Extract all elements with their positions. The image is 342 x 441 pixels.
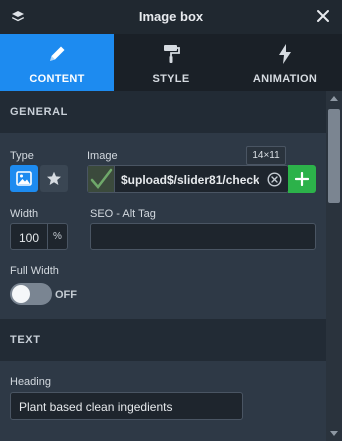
seo-alt-tag-input[interactable]	[90, 223, 316, 250]
image-dimensions-badge: 14×11	[246, 146, 286, 165]
heading-label: Heading	[10, 376, 51, 388]
paint-roller-icon	[164, 45, 180, 63]
tab-animation[interactable]: ANIMATION	[228, 34, 342, 91]
section-header-general[interactable]: GENERAL	[0, 91, 326, 133]
width-value: 100	[19, 231, 40, 245]
window-title: Image box	[138, 9, 204, 24]
tab-animation-label: ANIMATION	[252, 73, 318, 85]
image-thumbnail	[88, 166, 115, 192]
pencil-icon	[50, 46, 65, 61]
star-icon	[47, 171, 61, 185]
close-icon[interactable]	[315, 8, 331, 24]
section-title-text: TEXT	[10, 334, 41, 346]
scrollbar[interactable]	[326, 91, 342, 441]
section-title-general: GENERAL	[10, 106, 68, 118]
scroll-down-arrow-icon[interactable]	[330, 431, 338, 436]
add-image-button[interactable]	[288, 165, 316, 193]
scroll-thumb[interactable]	[328, 109, 340, 203]
plus-icon	[295, 172, 309, 186]
full-width-state: OFF	[55, 289, 77, 301]
width-input[interactable]: 100 %	[10, 223, 68, 250]
tab-style-label: STYLE	[152, 73, 190, 85]
title-bar: Image box	[0, 0, 342, 34]
lightning-icon	[279, 44, 291, 64]
tab-content-label: CONTENT	[29, 73, 85, 85]
toggle-knob	[12, 285, 30, 303]
width-unit[interactable]: %	[47, 224, 67, 249]
seo-alt-tag-label: SEO - Alt Tag	[90, 208, 156, 220]
checkmark-icon	[90, 168, 113, 189]
tab-bar: CONTENT STYLE ANIMATION	[0, 34, 342, 91]
type-label: Type	[10, 150, 34, 162]
width-label: Width	[10, 208, 39, 220]
type-icon-button[interactable]	[40, 165, 68, 192]
tab-style[interactable]: STYLE	[114, 34, 228, 91]
heading-input[interactable]: Plant based clean ingedients	[10, 392, 243, 420]
image-icon	[16, 171, 32, 186]
heading-value: Plant based clean ingedients	[19, 400, 173, 414]
tab-content[interactable]: CONTENT	[0, 34, 114, 91]
full-width-toggle[interactable]	[10, 283, 52, 305]
section-header-text[interactable]: TEXT	[0, 319, 326, 361]
image-label: Image	[87, 150, 118, 162]
clear-circle-icon[interactable]	[267, 172, 282, 187]
full-width-label: Full Width	[10, 265, 59, 277]
scroll-up-arrow-icon[interactable]	[330, 96, 338, 101]
image-path-field[interactable]: $upload$/slider81/check	[87, 165, 289, 193]
type-image-button[interactable]	[10, 165, 38, 192]
image-path-value: $upload$/slider81/check	[121, 173, 259, 187]
